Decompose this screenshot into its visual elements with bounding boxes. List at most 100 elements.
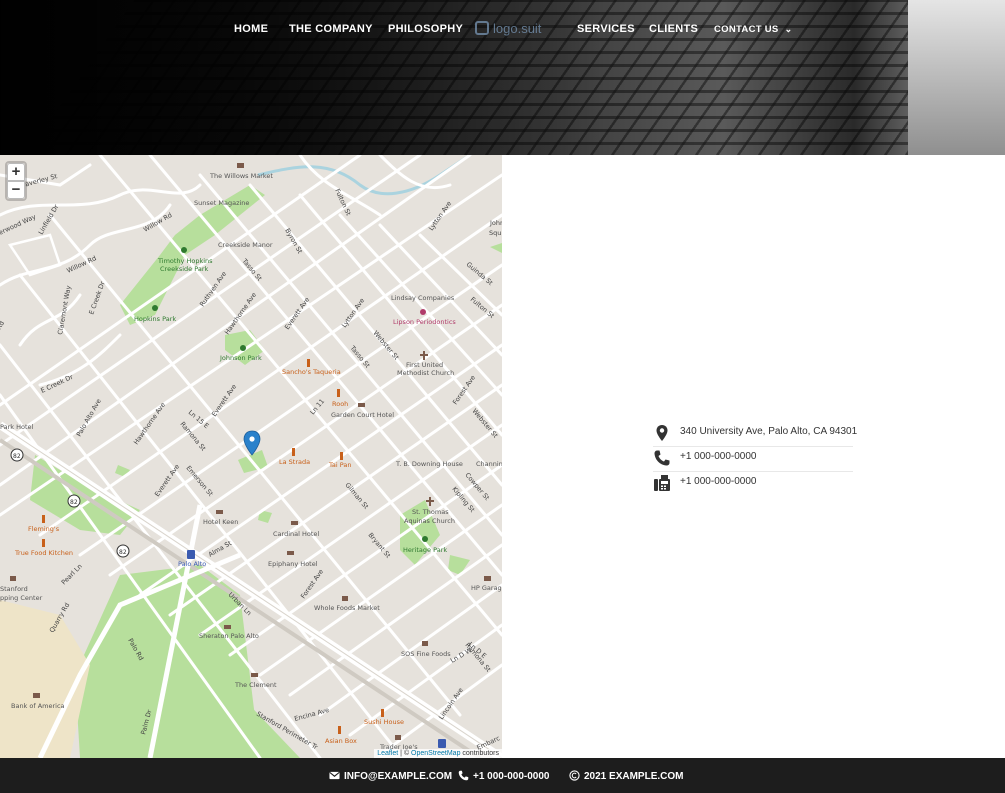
restaurant-icon <box>307 359 310 367</box>
svg-text:Hopkins Park: Hopkins Park <box>134 315 176 323</box>
site-logo[interactable]: logo.suit <box>475 20 541 38</box>
nav-philosophy[interactable]: PHILOSOPHY <box>388 20 463 38</box>
phone-icon <box>458 770 469 781</box>
nav-home[interactable]: HOME <box>234 20 268 38</box>
footer-phone[interactable]: +1 000-000-0000 <box>458 770 549 782</box>
contact-phone: +1 000-000-0000 <box>653 447 853 472</box>
restaurant-icon <box>42 515 45 523</box>
svg-text:Squ: Squ <box>489 229 501 237</box>
svg-text:St. Thomas: St. Thomas <box>412 508 449 516</box>
envelope-icon <box>329 771 340 780</box>
svg-text:Methodist Church: Methodist Church <box>397 369 454 377</box>
hotel-icon <box>287 551 294 555</box>
svg-text:Hotel Keen: Hotel Keen <box>203 518 238 526</box>
openstreetmap-link[interactable]: OpenStreetMap <box>411 750 460 757</box>
zoom-in-button[interactable]: + <box>7 163 25 181</box>
svg-text:First United: First United <box>406 361 443 369</box>
svg-text:Fleming's: Fleming's <box>28 525 60 533</box>
contact-address: 340 University Ave, Palo Alto, CA 94301 <box>653 422 857 447</box>
footer-copyright: 2021 EXAMPLE.COM <box>569 770 683 782</box>
svg-text:Garden Court Hotel: Garden Court Hotel <box>331 411 394 419</box>
route-shield: 82 <box>10 448 24 462</box>
restaurant-icon <box>42 539 45 547</box>
shop-icon <box>237 163 244 168</box>
hotel-icon <box>251 673 258 677</box>
main-nav: HOME THE COMPANY PHILOSOPHY logo.suit SE… <box>0 20 1005 40</box>
shop-icon <box>10 576 16 581</box>
copyright-icon <box>569 770 580 781</box>
svg-text:SOS Fine Foods: SOS Fine Foods <box>401 650 451 658</box>
svg-text:Bank of America: Bank of America <box>11 702 65 710</box>
svg-text:Channin: Channin <box>476 460 502 468</box>
tooth-icon <box>420 309 426 315</box>
svg-text:Epiphany Hotel: Epiphany Hotel <box>268 560 318 568</box>
camera-icon <box>484 576 491 581</box>
tree-icon <box>240 345 246 351</box>
footer-email[interactable]: INFO@EXAMPLE.COM <box>329 770 452 782</box>
svg-text:82: 82 <box>13 453 21 460</box>
restaurant-icon <box>381 709 384 717</box>
svg-text:Sunset Magazine: Sunset Magazine <box>194 199 249 207</box>
svg-text:The Clement: The Clement <box>234 681 277 689</box>
route-shield: 82 <box>116 544 130 558</box>
svg-text:Heritage Park: Heritage Park <box>403 546 447 554</box>
hotel-icon <box>224 625 231 629</box>
nav-clients[interactable]: CLIENTS <box>649 20 698 38</box>
fax-icon <box>654 475 670 491</box>
map-pin-icon <box>656 425 668 441</box>
svg-text:Palo Alto: Palo Alto <box>178 560 206 568</box>
svg-text:pping Center: pping Center <box>0 594 43 602</box>
svg-text:Johnson Park: Johnson Park <box>219 354 262 362</box>
svg-text:Rooh: Rooh <box>332 400 348 408</box>
map-attribution: Leaflet | © OpenStreetMap contributors <box>374 749 502 758</box>
svg-text:Creekside Manor: Creekside Manor <box>218 241 273 249</box>
svg-text:82: 82 <box>70 499 78 506</box>
svg-text:Lindsay Companies: Lindsay Companies <box>391 294 455 302</box>
page: HOME THE COMPANY PHILOSOPHY logo.suit SE… <box>0 0 1005 793</box>
chevron-down-icon: ⌄ <box>784 24 793 34</box>
svg-text:Sancho's Taqueria: Sancho's Taqueria <box>282 368 341 376</box>
hotel-icon <box>216 510 223 514</box>
train-station-icon <box>438 739 446 748</box>
tree-icon <box>422 536 428 542</box>
restaurant-icon <box>337 389 340 397</box>
tree-icon <box>152 305 158 311</box>
svg-text:The Willows Market: The Willows Market <box>209 172 273 180</box>
svg-text:Lipson Periodontics: Lipson Periodontics <box>393 318 456 326</box>
restaurant-icon <box>292 448 295 456</box>
hotel-icon <box>291 521 298 525</box>
phone-icon <box>654 450 670 466</box>
svg-text:John: John <box>489 219 502 227</box>
location-map[interactable]: .rd { stroke: #ffffff; fill: none; strok… <box>0 155 502 758</box>
leaflet-link[interactable]: Leaflet <box>377 750 398 757</box>
restaurant-icon <box>338 726 341 734</box>
svg-text:Park Hotel: Park Hotel <box>0 423 34 431</box>
svg-text:T. B. Downing House: T. B. Downing House <box>395 460 463 468</box>
logo-icon <box>475 21 489 35</box>
restaurant-icon <box>340 452 343 460</box>
zoom-out-button[interactable]: − <box>7 181 25 199</box>
shop-icon <box>422 641 428 646</box>
route-shield: 82 <box>67 494 81 508</box>
train-station-icon <box>187 550 195 559</box>
shop-icon <box>395 735 401 740</box>
nav-contact-us[interactable]: CONTACT US ⌄ <box>714 20 792 39</box>
svg-text:82: 82 <box>119 549 127 556</box>
map-tiles[interactable]: .rd { stroke: #ffffff; fill: none; strok… <box>0 155 502 758</box>
svg-text:Cardinal Hotel: Cardinal Hotel <box>273 530 319 538</box>
svg-text:Sheraton Palo Alto: Sheraton Palo Alto <box>199 632 259 640</box>
footer: INFO@EXAMPLE.COM +1 000-000-0000 2021 EX… <box>0 758 1005 793</box>
tree-icon <box>181 247 187 253</box>
svg-text:Stanford: Stanford <box>0 585 28 593</box>
svg-text:Whole Foods Market: Whole Foods Market <box>314 604 380 612</box>
svg-text:Sushi House: Sushi House <box>364 718 404 726</box>
contact-fax: +1 000-000-0000 <box>653 472 853 497</box>
svg-text:True Food Kitchen: True Food Kitchen <box>14 549 73 557</box>
nav-the-company[interactable]: THE COMPANY <box>289 20 373 38</box>
hero-banner: HOME THE COMPANY PHILOSOPHY logo.suit SE… <box>0 0 1005 155</box>
nav-services[interactable]: SERVICES <box>577 20 635 38</box>
svg-text:La Strada: La Strada <box>279 458 310 466</box>
contact-info: 340 University Ave, Palo Alto, CA 94301 … <box>653 422 857 497</box>
shop-icon <box>342 596 348 601</box>
hotel-icon <box>358 403 365 407</box>
